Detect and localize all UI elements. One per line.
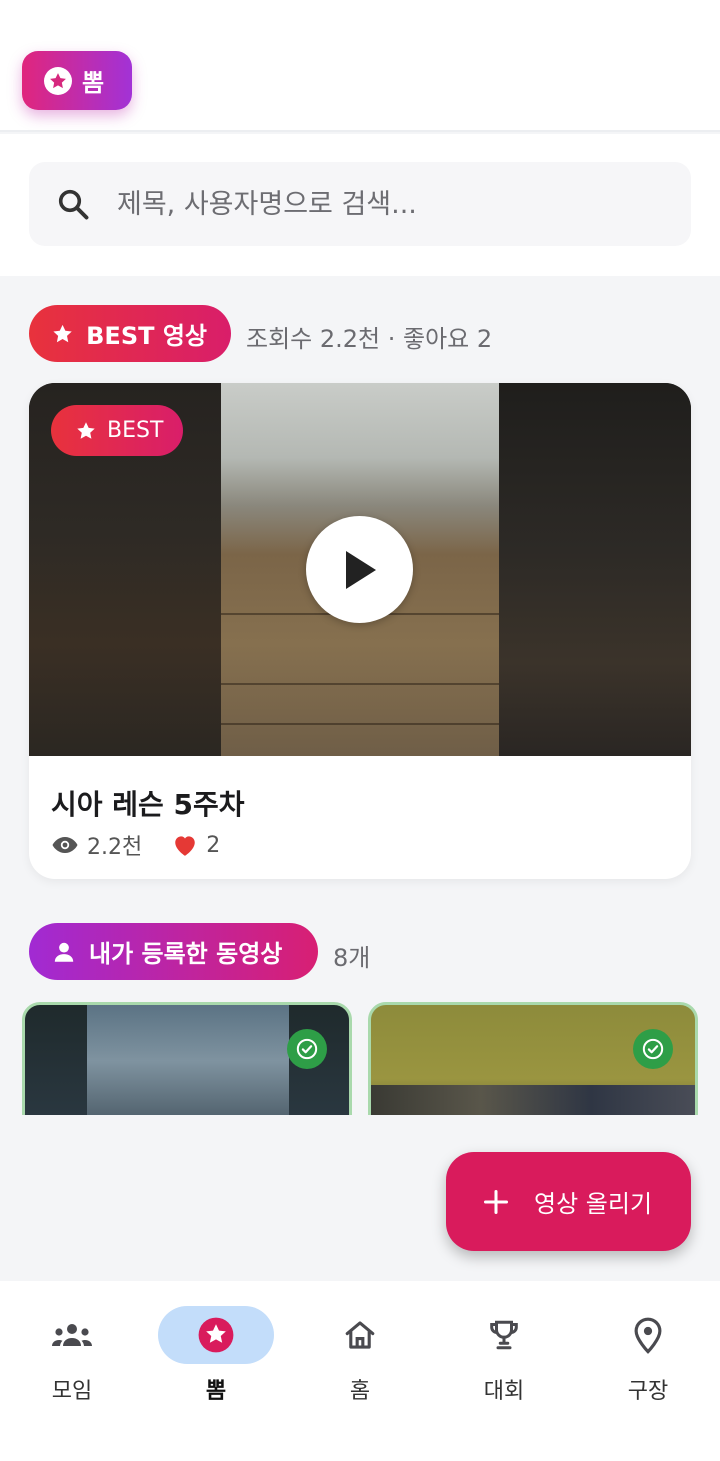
my-videos-label: 내가 등록한 동영상 — [89, 940, 283, 968]
group-icon — [52, 1324, 92, 1346]
trophy-icon — [490, 1320, 518, 1350]
video-thumbnail[interactable]: BEST — [29, 383, 691, 756]
best-tag: BEST — [51, 405, 183, 456]
nav-label: 뽐 — [205, 1379, 227, 1404]
nav-label: 모임 — [51, 1379, 93, 1404]
play-button[interactable] — [306, 516, 413, 623]
nav-label: 대회 — [483, 1379, 525, 1404]
best-tag-label: BEST — [107, 418, 164, 443]
search-bar[interactable] — [29, 162, 691, 246]
eye-icon — [52, 837, 78, 853]
video-thumbnail[interactable] — [368, 1002, 698, 1115]
bottom-nav: 모임 뽐 홈 대회 구장 — [0, 1281, 720, 1461]
star-icon — [53, 324, 72, 342]
video-thumbnail[interactable] — [22, 1002, 352, 1115]
my-videos-badge: 내가 등록한 동영상 — [29, 923, 318, 980]
play-icon — [345, 550, 376, 589]
upload-video-label: 영상 올리기 — [534, 1190, 653, 1218]
plus-icon — [483, 1189, 509, 1214]
upload-video-button[interactable]: 영상 올리기 — [446, 1152, 691, 1251]
nav-item-bbom[interactable]: 뽐 — [144, 1281, 288, 1411]
nav-item-court[interactable]: 구장 — [576, 1281, 720, 1411]
heart-icon — [175, 836, 195, 856]
nav-item-meetup[interactable]: 모임 — [0, 1281, 144, 1411]
star-circle-icon — [198, 1317, 234, 1353]
location-pin-icon — [634, 1317, 662, 1354]
top-bar: 뽐 — [0, 0, 720, 132]
nav-item-tournament[interactable]: 대회 — [432, 1281, 576, 1411]
best-video-meta: 조회수 2.2천 · 좋아요 2 — [246, 325, 493, 353]
my-videos-count: 8개 — [333, 944, 371, 972]
search-icon — [53, 184, 93, 224]
verified-check-icon — [287, 1029, 327, 1069]
search-input[interactable] — [117, 174, 637, 234]
best-video-card[interactable]: BEST 시아 레슨 5주차 2.2천 2 — [29, 383, 691, 879]
best-video-badge: BEST 영상 — [29, 305, 231, 362]
like-count: 2 — [206, 832, 221, 858]
star-icon — [77, 421, 95, 439]
search-area — [0, 134, 720, 276]
brand-label: 뽐 — [82, 69, 105, 97]
my-videos-list — [0, 1000, 720, 1115]
verified-check-icon — [633, 1029, 673, 1069]
brand-button[interactable]: 뽐 — [22, 51, 132, 110]
video-title: 시아 레슨 5주차 — [51, 788, 245, 821]
home-icon — [345, 1321, 375, 1349]
video-stats: 2.2천 2 — [51, 829, 220, 861]
nav-item-home[interactable]: 홈 — [288, 1281, 432, 1411]
person-icon — [54, 942, 74, 962]
nav-label: 홈 — [349, 1379, 371, 1404]
nav-label: 구장 — [627, 1379, 669, 1404]
view-count: 2.2천 — [87, 835, 143, 860]
best-badge-label: BEST 영상 — [86, 322, 207, 350]
star-icon — [44, 66, 72, 95]
